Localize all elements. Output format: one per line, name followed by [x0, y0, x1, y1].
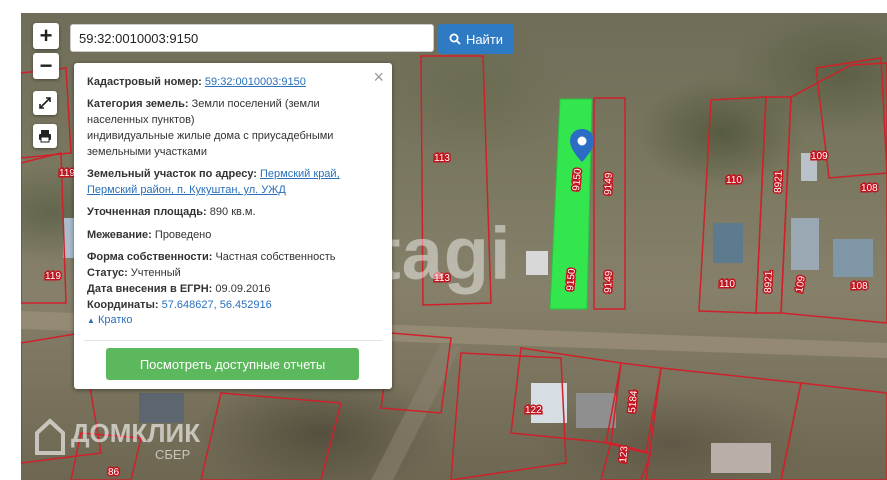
parcel-info-popup: × Кадастровый номер: 59:32:0010003:9150 … [74, 63, 392, 389]
watermark-text: tagi [376, 212, 512, 295]
brand-sub: СБЕР [155, 447, 191, 462]
area-label: Уточненная площадь: [87, 206, 207, 218]
address-link-2[interactable]: Пермский район, п. Кукуштан, ул. УЖД [87, 184, 286, 196]
status-row: Статус: Учтенный [87, 265, 382, 281]
parcel-label: 86 [108, 467, 120, 478]
house-logo-icon [35, 418, 65, 455]
parcel-label: 5184 [627, 390, 640, 414]
parcel-label: 9150 [571, 168, 584, 192]
parcel-label: 109 [811, 151, 828, 162]
parcel-label: 119 [59, 168, 75, 179]
parcel-label: 109 [794, 275, 808, 294]
ownership-row: Форма собственности: Частная собственнос… [87, 249, 382, 265]
house-roof [526, 251, 548, 275]
date-value: 09.09.2016 [215, 283, 271, 295]
survey-row: Межевание: Проведено [87, 227, 382, 243]
coords-link[interactable]: 57.648627, 56.452916 [162, 299, 272, 311]
status-value: Учтенный [130, 267, 181, 279]
ownership-label: Форма собственности: [87, 251, 213, 263]
ownership-value: Частная собственность [215, 251, 336, 263]
category-value-line: населенных пунктов) [87, 114, 195, 126]
collapse-label: Кратко [97, 314, 133, 326]
address-label: Земельный участок по адресу: [87, 168, 257, 180]
parcel-label: 113 [434, 153, 450, 164]
divider [84, 340, 382, 341]
parcel-label: 8921 [763, 270, 775, 293]
category-value-line: индивидуальные жилые дома с приусадебным… [87, 130, 334, 142]
view-reports-button[interactable]: Посмотреть доступные отчеты [106, 348, 359, 380]
printer-icon [39, 130, 51, 143]
date-row: Дата внесения в ЕГРН: 09.09.2016 [87, 281, 382, 297]
area-value: 890 кв.м. [209, 206, 256, 218]
coords-label: Координаты: [87, 299, 159, 311]
search-input[interactable] [70, 24, 434, 52]
cadastral-label: Кадастровый номер: [87, 76, 202, 88]
category-value: Земли поселений (земли [191, 98, 320, 110]
house-roof [713, 223, 743, 263]
parcel-label: 123 [618, 445, 630, 463]
parcel-label: 8921 [773, 170, 785, 193]
search-button-label: Найти [465, 31, 504, 47]
category-label: Категория земель: [87, 98, 189, 110]
address-row-2: Пермский район, п. Кукуштан, ул. УЖД [87, 182, 382, 198]
parcel-label: 9149 [603, 172, 615, 195]
house-roof [711, 443, 771, 473]
parcel-label: 119 [45, 271, 61, 282]
parcel-label: 110 [726, 175, 742, 186]
caret-up-icon: ▲ [87, 316, 95, 325]
zoom-in-button[interactable]: + [33, 23, 59, 49]
parcel-label: 108 [851, 281, 868, 292]
print-button[interactable] [33, 124, 57, 148]
house-roof [791, 218, 819, 270]
address-link[interactable]: Пермский край, [260, 168, 340, 180]
coords-row: Координаты: 57.648627, 56.452916 [87, 297, 382, 313]
cadastral-row: Кадастровый номер: 59:32:0010003:9150 [87, 74, 382, 90]
area-row: Уточненная площадь: 890 кв.м. [87, 204, 382, 220]
parcel-label: 110 [719, 279, 735, 290]
parcel-label: 9150 [565, 268, 578, 292]
search-icon [449, 33, 461, 45]
parcel-label: 9149 [603, 270, 615, 293]
address-row: Земельный участок по адресу: Пермский кр… [87, 166, 382, 182]
collapse-link[interactable]: ▲ Кратко [87, 314, 132, 326]
cadastral-link[interactable]: 59:32:0010003:9150 [205, 76, 306, 88]
category-row: Категория земель: Земли поселений (земли [87, 96, 382, 112]
zoom-out-button[interactable]: − [33, 53, 59, 79]
search-button[interactable]: Найти [438, 24, 514, 54]
house-roof [531, 383, 567, 423]
fullscreen-button[interactable] [33, 91, 57, 115]
brand-name: ДОМКЛИК [71, 418, 201, 448]
survey-value: Проведено [154, 229, 212, 241]
date-label: Дата внесения в ЕГРН: [87, 283, 213, 295]
parcel-label: 122 [525, 405, 542, 416]
category-value-line: земельными участками [87, 146, 208, 158]
expand-icon [39, 97, 51, 109]
survey-label: Межевание: [87, 229, 152, 241]
parcel-label: 108 [861, 183, 878, 194]
status-label: Статус: [87, 267, 128, 279]
house-roof [833, 239, 873, 277]
